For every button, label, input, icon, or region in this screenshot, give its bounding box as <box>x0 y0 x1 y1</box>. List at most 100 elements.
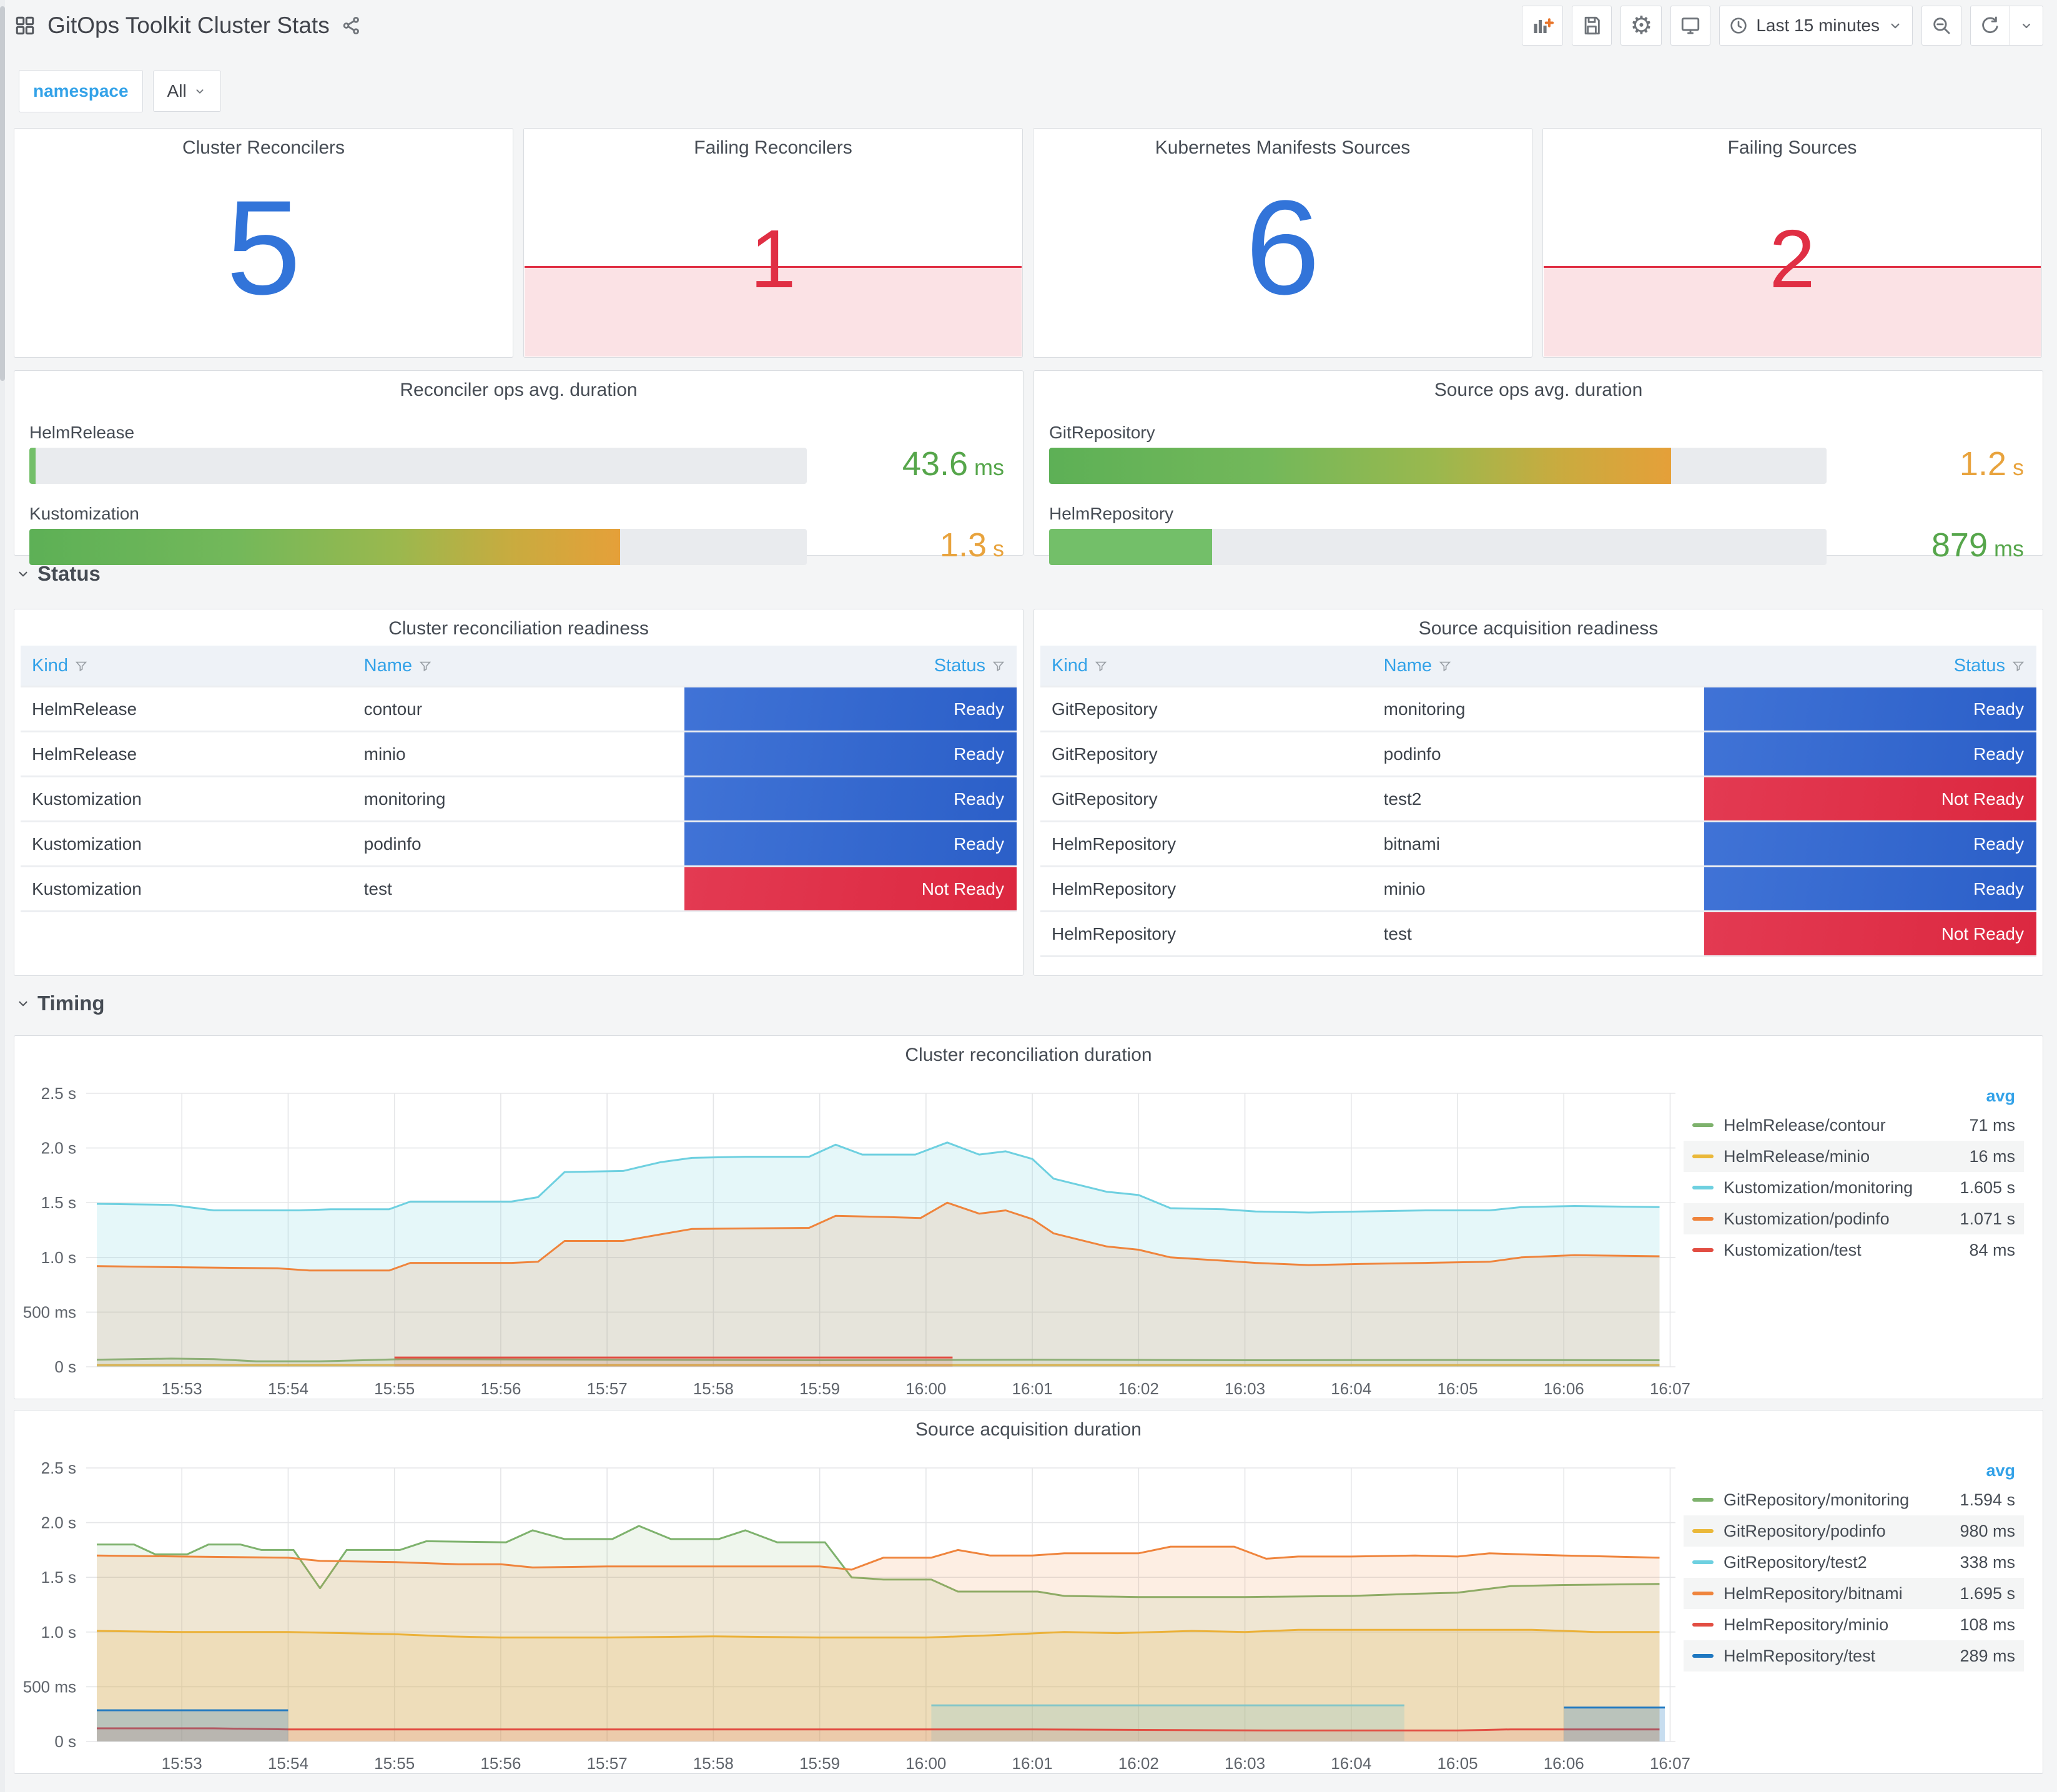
panel-title: Failing Reconcilers <box>694 137 852 158</box>
cycle-view-button[interactable] <box>1670 6 1711 46</box>
dashboard-header: GitOps Toolkit Cluster Stats ⚙ Last 15 m… <box>14 0 2043 51</box>
dashboard-settings-button[interactable]: ⚙ <box>1620 6 1662 46</box>
filter-icon[interactable] <box>992 659 1005 673</box>
share-icon[interactable] <box>341 15 362 36</box>
readiness-table: Kind Name Status GitRepository monitoring Rea… <box>1040 646 2036 957</box>
svg-text:16:06: 16:06 <box>1544 1379 1584 1398</box>
svg-text:15:55: 15:55 <box>374 1379 415 1398</box>
zoom-out-button[interactable] <box>1921 6 1961 46</box>
page-title: GitOps Toolkit Cluster Stats <box>47 12 330 38</box>
table-row: HelmRelease minio Ready <box>21 731 1017 777</box>
legend-item[interactable]: GitRepository/test2 338 ms <box>1684 1547 2024 1578</box>
cell-kind: HelmRelease <box>21 686 353 732</box>
series-color-dash <box>1692 1654 1714 1658</box>
legend-item[interactable]: HelmRelease/minio 16 ms <box>1684 1141 2024 1172</box>
filter-icon[interactable] <box>1094 659 1108 673</box>
stat-value: 6 <box>1245 172 1320 323</box>
column-header-name[interactable]: Name <box>1372 646 1705 687</box>
chart-legend: avg HelmRelease/contour 71 ms HelmRelease/m… <box>1684 1082 2024 1266</box>
legend-item[interactable]: Kustomization/test 84 ms <box>1684 1234 2024 1266</box>
series-color-dash <box>1692 1560 1714 1564</box>
table-row: HelmRelease contour Ready <box>21 686 1017 732</box>
column-header-name[interactable]: Name <box>352 646 685 687</box>
grafana-dashboard: GitOps Toolkit Cluster Stats ⚙ Last 15 m… <box>0 0 2057 1792</box>
series-name: HelmRepository/test <box>1724 1646 1876 1665</box>
section-status[interactable]: Status <box>15 562 101 586</box>
svg-text:16:01: 16:01 <box>1012 1754 1053 1773</box>
filter-icon[interactable] <box>1438 659 1452 673</box>
add-panel-button[interactable] <box>1522 6 1564 46</box>
panel-title: Cluster Reconcilers <box>182 137 345 158</box>
svg-text:16:04: 16:04 <box>1331 1754 1371 1773</box>
table-row: GitRepository podinfo Ready <box>1040 731 2036 777</box>
legend-avg-header: avg <box>1986 1086 2015 1105</box>
svg-text:15:56: 15:56 <box>480 1379 521 1398</box>
section-label: Timing <box>37 992 105 1015</box>
svg-text:1.5 s: 1.5 s <box>41 1568 76 1587</box>
filter-icon[interactable] <box>74 659 88 673</box>
panel-title: Kubernetes Manifests Sources <box>1155 137 1411 158</box>
series-name: HelmRelease/minio <box>1724 1146 1870 1166</box>
svg-text:16:07: 16:07 <box>1650 1754 1690 1773</box>
legend-item[interactable]: HelmRepository/test 289 ms <box>1684 1640 2024 1671</box>
time-range-picker[interactable]: Last 15 minutes <box>1719 6 1913 46</box>
svg-text:500 ms: 500 ms <box>23 1302 76 1321</box>
svg-text:16:05: 16:05 <box>1437 1379 1477 1398</box>
filter-icon[interactable] <box>2011 659 2025 673</box>
namespace-value-dropdown[interactable]: All <box>152 71 221 112</box>
series-avg-value: 1.594 s <box>1960 1490 2015 1509</box>
stat-panel-failing-reconcilers[interactable]: Failing Reconcilers 1 <box>523 128 1023 358</box>
column-header-kind[interactable]: Kind <box>21 646 353 687</box>
status-badge: Not Ready <box>684 867 1017 910</box>
legend-item[interactable]: Kustomization/podinfo 1.071 s <box>1684 1203 2024 1234</box>
panel-title: Source acquisition duration <box>915 1419 1142 1440</box>
stat-panel-failing-sources[interactable]: Failing Sources 2 <box>1542 128 2042 358</box>
cell-kind: HelmRepository <box>1040 821 1373 867</box>
column-header-status[interactable]: Status <box>1704 646 2036 687</box>
svg-text:15:57: 15:57 <box>587 1754 628 1773</box>
panel-source-acquisition-readiness[interactable]: Source acquisition readiness Kind Name Sta… <box>1033 609 2043 976</box>
series-avg-value: 338 ms <box>1960 1552 2015 1572</box>
series-name: GitRepository/test2 <box>1724 1552 1867 1572</box>
legend-item[interactable]: GitRepository/podinfo 980 ms <box>1684 1515 2024 1547</box>
series-color-dash <box>1692 1123 1714 1127</box>
panel-cluster-reconciliation-readiness[interactable]: Cluster reconciliation readiness Kind Nam… <box>14 609 1024 976</box>
legend-item[interactable]: HelmRepository/bitnami 1.695 s <box>1684 1578 2024 1609</box>
series-name: Kustomization/test <box>1724 1240 1862 1259</box>
legend-item[interactable]: HelmRepository/minio 108 ms <box>1684 1609 2024 1640</box>
panel-title: Cluster reconciliation readiness <box>388 618 649 639</box>
svg-text:2.0 s: 2.0 s <box>41 1514 76 1532</box>
scrollbar-track[interactable] <box>0 0 5 1792</box>
gauge-row: Kustomization 1.3 s <box>29 501 1004 573</box>
legend-item[interactable]: Kustomization/monitoring 1.605 s <box>1684 1172 2024 1203</box>
gauge-row: GitRepository 1.2 s <box>1049 420 2024 492</box>
table-row: HelmRepository test Not Ready <box>1040 911 2036 957</box>
panel-source-acquisition-duration[interactable]: Source acquisition duration 15:53 15:54 15… <box>14 1410 2043 1774</box>
filter-icon[interactable] <box>418 659 432 673</box>
refresh-button[interactable] <box>1970 6 2010 46</box>
refresh-interval-dropdown[interactable] <box>2010 6 2043 46</box>
column-header-kind[interactable]: Kind <box>1040 646 1373 687</box>
legend-avg-header: avg <box>1986 1461 2015 1480</box>
gauge-label: Kustomization <box>29 504 139 523</box>
stat-panel-cluster-reconcilers[interactable]: Cluster Reconcilers 5 <box>14 128 513 358</box>
scrollbar-thumb[interactable] <box>0 6 5 381</box>
svg-text:16:00: 16:00 <box>905 1754 946 1773</box>
legend-item[interactable]: GitRepository/monitoring 1.594 s <box>1684 1484 2024 1515</box>
column-header-status[interactable]: Status <box>684 646 1017 687</box>
gauge-value: 879 ms <box>1931 526 2024 564</box>
stat-panel-kubernetes-manifests-sources[interactable]: Kubernetes Manifests Sources 6 <box>1033 128 1532 358</box>
cell-status: Ready <box>1704 731 2036 777</box>
status-badge: Not Ready <box>1704 777 2036 820</box>
table-row: HelmRepository minio Ready <box>1040 866 2036 912</box>
panel-cluster-reconciliation-duration[interactable]: Cluster reconciliation duration 15:53 15:… <box>14 1035 2043 1399</box>
cell-status: Ready <box>1704 686 2036 732</box>
panel-source-ops-avg-duration[interactable]: Source ops avg. duration GitRepository 1.… <box>1033 370 2043 565</box>
gauge-fill <box>1049 529 1213 565</box>
series-avg-value: 1.695 s <box>1960 1583 2015 1603</box>
save-dashboard-button[interactable] <box>1572 6 1612 46</box>
panel-reconciler-ops-avg-duration[interactable]: Reconciler ops avg. duration HelmRelease… <box>14 370 1024 565</box>
section-timing[interactable]: Timing <box>15 992 105 1015</box>
cell-name: test <box>352 866 685 912</box>
legend-item[interactable]: HelmRelease/contour 71 ms <box>1684 1110 2024 1141</box>
